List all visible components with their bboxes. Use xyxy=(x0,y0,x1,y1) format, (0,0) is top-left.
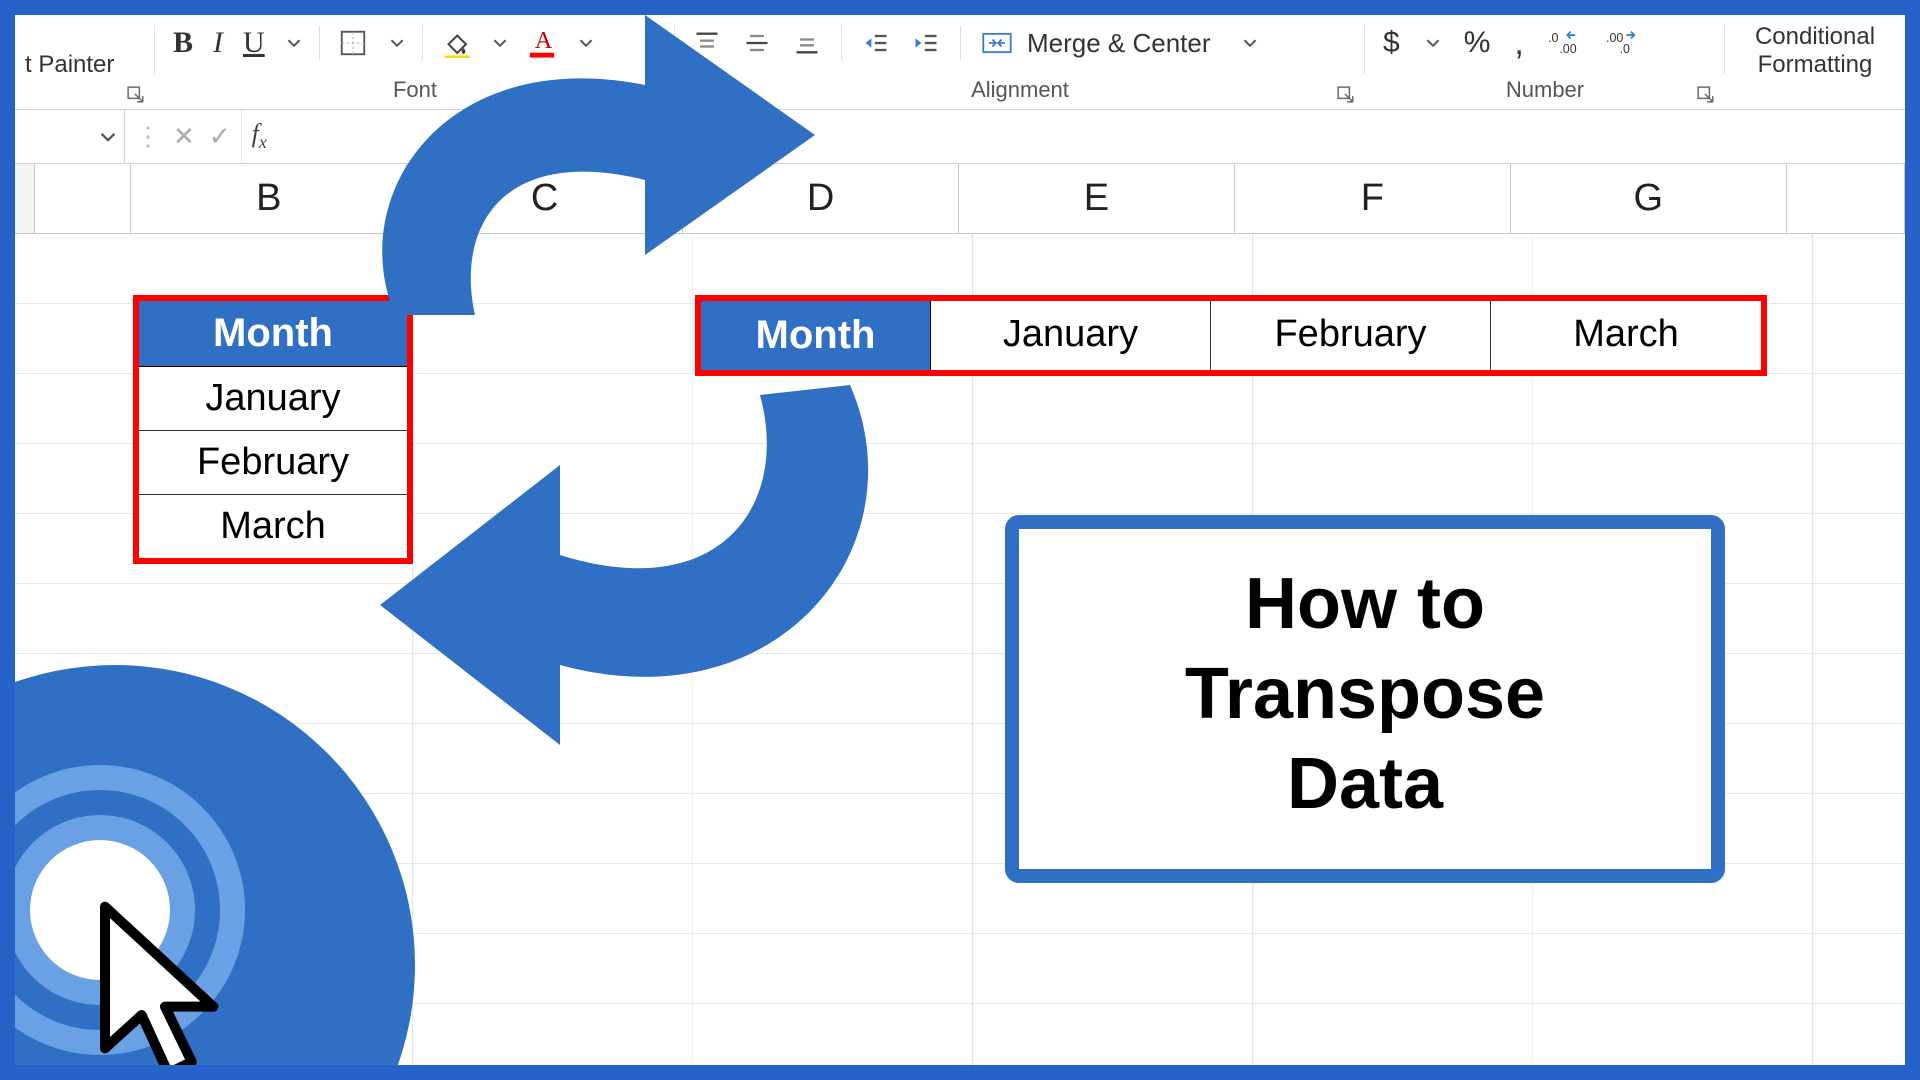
ribbon-group-number: $ % , .0.00 .00.0 Number xyxy=(1365,15,1725,109)
decrease-decimal-button[interactable]: .00.0 xyxy=(1598,21,1648,65)
ribbon: t Painter B I U xyxy=(15,15,1905,110)
name-box[interactable] xyxy=(15,110,125,163)
title-line: How to xyxy=(1039,559,1691,649)
column-header[interactable] xyxy=(1787,164,1905,233)
cancel-formula-button[interactable]: ✕ xyxy=(173,121,195,152)
divider xyxy=(841,26,842,60)
conditional-label-1: Conditional xyxy=(1755,23,1875,51)
dialog-launcher-icon[interactable] xyxy=(127,83,145,101)
title-line: Data xyxy=(1039,739,1691,829)
dialog-launcher-icon[interactable] xyxy=(1337,83,1355,101)
decrease-indent-button[interactable] xyxy=(854,21,898,65)
column-header[interactable] xyxy=(35,164,132,233)
divider xyxy=(960,26,961,60)
select-all-corner[interactable] xyxy=(15,164,35,233)
table-cell: March xyxy=(1491,301,1761,370)
divider-dots-icon: ⋮ xyxy=(135,121,159,152)
column-header[interactable]: G xyxy=(1511,164,1787,233)
increase-indent-button[interactable] xyxy=(904,21,948,65)
svg-text:.0: .0 xyxy=(1548,31,1558,45)
transpose-arrow-bottom-icon xyxy=(360,345,910,765)
column-header[interactable]: E xyxy=(959,164,1235,233)
title-card: How to Transpose Data xyxy=(1005,515,1725,883)
italic-button[interactable]: I xyxy=(205,21,231,65)
column-header[interactable]: F xyxy=(1235,164,1511,233)
bold-button[interactable]: B xyxy=(165,21,201,65)
conditional-label-2: Formatting xyxy=(1758,51,1873,79)
format-painter-button[interactable]: t Painter xyxy=(25,51,145,79)
group-label-number: Number xyxy=(1365,77,1725,103)
increase-decimal-button[interactable]: .0.00 xyxy=(1540,21,1590,65)
percent-button[interactable]: % xyxy=(1456,21,1499,65)
column-header-row: B C D E F G xyxy=(15,164,1905,234)
ribbon-group-clipboard: t Painter xyxy=(15,15,155,109)
app-frame: t Painter B I U xyxy=(15,15,1905,1065)
conditional-formatting-button[interactable]: Conditional Formatting xyxy=(1735,23,1895,78)
title-line: Transpose xyxy=(1039,649,1691,739)
currency-button[interactable]: $ xyxy=(1375,21,1408,65)
chevron-down-icon[interactable] xyxy=(1235,21,1265,65)
table-cell: February xyxy=(1211,301,1491,370)
accept-formula-button[interactable]: ✓ xyxy=(209,121,231,152)
merge-center-button[interactable] xyxy=(973,21,1021,65)
fx-icon[interactable]: fx xyxy=(242,119,277,153)
underline-button[interactable]: U xyxy=(235,21,273,65)
chevron-down-icon[interactable] xyxy=(100,129,116,145)
svg-text:.00: .00 xyxy=(1559,42,1576,56)
cursor-icon xyxy=(70,890,240,1065)
ribbon-group-styles: Conditional Formatting xyxy=(1725,15,1905,109)
dialog-launcher-icon[interactable] xyxy=(1697,83,1715,101)
formula-bar: ⋮ ✕ ✓ fx xyxy=(15,110,1905,164)
chevron-down-icon[interactable] xyxy=(279,21,309,65)
merge-center-label[interactable]: Merge & Center xyxy=(1027,28,1211,59)
svg-text:.0: .0 xyxy=(1619,42,1629,56)
transpose-arrow-top-icon xyxy=(315,15,835,365)
table-cell: January xyxy=(931,301,1211,370)
comma-button[interactable]: , xyxy=(1506,21,1531,65)
chevron-down-icon[interactable] xyxy=(1418,21,1448,65)
